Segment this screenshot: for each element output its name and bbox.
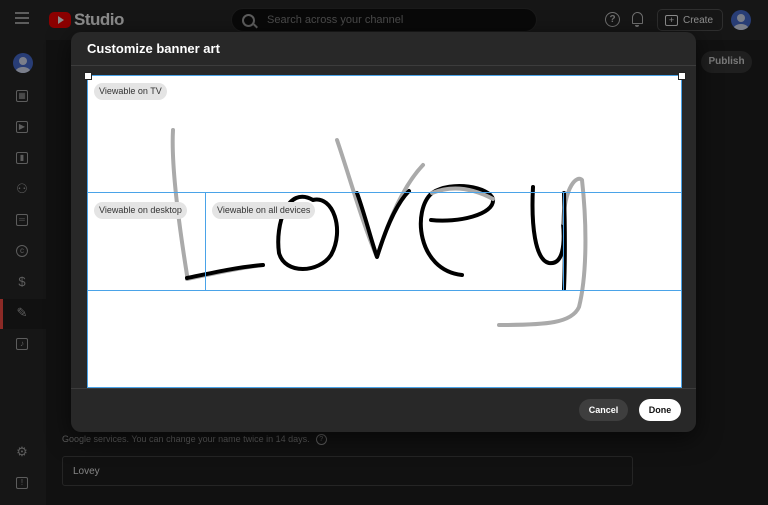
crop-handle-top-left[interactable]: [84, 72, 92, 80]
tv-zone-border: [87, 75, 682, 388]
banner-crop-canvas[interactable]: Viewable on TV Viewable on desktop Viewa…: [84, 72, 686, 388]
footer-divider: [71, 388, 696, 389]
crop-handle-top-right[interactable]: [678, 72, 686, 80]
customize-banner-dialog: Customize banner art Viewable on TV View…: [71, 32, 696, 432]
divider: [71, 65, 696, 66]
cancel-button[interactable]: Cancel: [579, 399, 628, 421]
all-devices-zone-label: Viewable on all devices: [212, 202, 316, 219]
desktop-zone-label: Viewable on desktop: [94, 202, 187, 219]
done-button[interactable]: Done: [639, 399, 681, 421]
tv-zone-label: Viewable on TV: [94, 83, 167, 100]
dialog-title: Customize banner art: [87, 41, 220, 56]
